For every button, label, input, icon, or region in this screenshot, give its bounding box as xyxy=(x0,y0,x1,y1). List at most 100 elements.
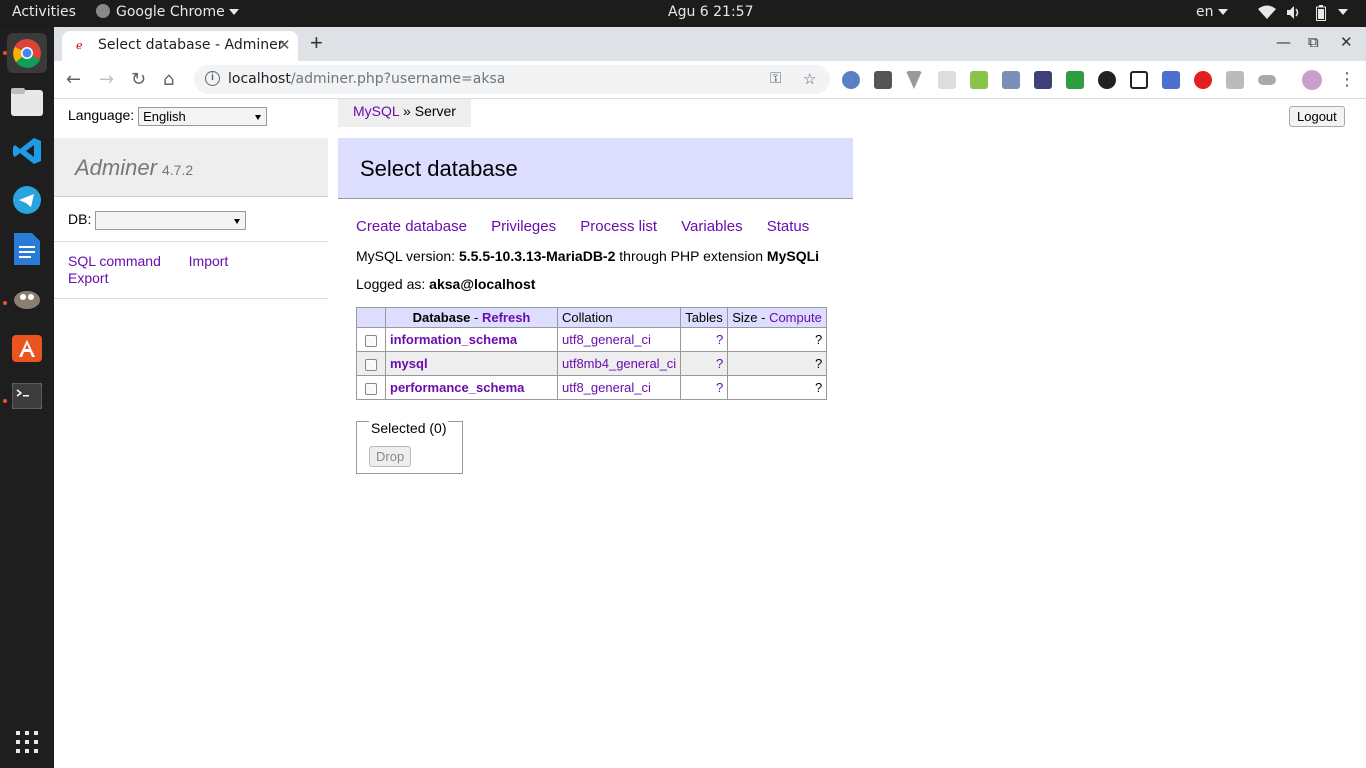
tables-count-link[interactable]: ? xyxy=(716,380,723,395)
key-icon[interactable]: ⚿ xyxy=(770,70,781,87)
wifi-icon[interactable] xyxy=(1258,5,1276,24)
adminer-title[interactable]: Adminer xyxy=(75,155,157,181)
drop-button[interactable]: Drop xyxy=(369,446,412,467)
activities-button[interactable]: Activities xyxy=(12,4,76,20)
privileges-link[interactable]: Privileges xyxy=(491,218,556,235)
tab-title: Select database - Adminer xyxy=(98,37,284,53)
clock[interactable]: Agu 6 21:57 xyxy=(668,4,754,20)
header-separator: - xyxy=(470,310,482,325)
database-column-header: Database - Refresh xyxy=(385,307,558,328)
window-close-icon[interactable]: ✕ xyxy=(1340,33,1353,51)
compute-link[interactable]: Compute xyxy=(769,310,822,325)
tables-count-cell: ? xyxy=(680,375,729,400)
extension-icon-6[interactable] xyxy=(1002,71,1020,89)
bookmark-star-icon[interactable]: ☆ xyxy=(803,70,816,88)
database-link[interactable]: performance_schema xyxy=(390,380,524,395)
back-icon[interactable]: ← xyxy=(66,69,81,90)
row-checkbox[interactable] xyxy=(365,334,377,347)
app-menu[interactable]: Google Chrome xyxy=(96,4,239,20)
server-links: Create database Privileges Process list … xyxy=(356,218,829,235)
extension-icon-11[interactable] xyxy=(1162,71,1180,89)
dock xyxy=(0,27,54,768)
restore-icon[interactable]: ⧉ xyxy=(1308,33,1319,51)
variables-link[interactable]: Variables xyxy=(681,218,742,235)
tables-count-link[interactable]: ? xyxy=(716,356,723,371)
extension-icon-1[interactable] xyxy=(842,71,860,89)
refresh-link[interactable]: Refresh xyxy=(482,310,530,325)
db-row: DB: xyxy=(68,211,247,230)
collation-link[interactable]: utf8mb4_general_ci xyxy=(562,356,676,371)
extension-icon-5[interactable] xyxy=(970,71,988,89)
input-language[interactable]: en xyxy=(1196,4,1228,20)
breadcrumb-mysql-link[interactable]: MySQL xyxy=(353,103,399,119)
forward-icon[interactable]: → xyxy=(99,69,114,90)
page-heading-box: Select database xyxy=(338,138,853,199)
logout-button[interactable]: Logout xyxy=(1289,106,1345,127)
address-bar[interactable]: i localhost/adminer.php?username=aksa ⚿ … xyxy=(194,65,830,94)
import-link[interactable]: Import xyxy=(189,253,229,269)
selected-legend: Selected (0) xyxy=(369,420,449,436)
extension-icon-12[interactable] xyxy=(1194,71,1212,89)
profile-avatar[interactable] xyxy=(1302,70,1322,90)
reload-icon[interactable]: ↻ xyxy=(131,69,146,90)
database-link[interactable]: information_schema xyxy=(390,332,517,347)
dock-software[interactable] xyxy=(7,327,47,367)
dock-telegram[interactable] xyxy=(7,180,47,220)
dock-vscode[interactable] xyxy=(7,131,47,171)
close-icon[interactable]: ✕ xyxy=(278,36,291,54)
create-database-link[interactable]: Create database xyxy=(356,218,467,235)
running-indicator xyxy=(3,399,7,403)
extension-icon-10[interactable] xyxy=(1130,71,1148,89)
new-tab-button[interactable]: + xyxy=(310,30,323,56)
extension-icon-14[interactable] xyxy=(1258,75,1276,85)
extension-icon-4[interactable] xyxy=(938,71,956,89)
extension-icon-9[interactable] xyxy=(1098,71,1116,89)
database-link[interactable]: mysql xyxy=(390,356,428,371)
home-icon[interactable]: ⌂ xyxy=(163,69,174,90)
dock-files[interactable] xyxy=(7,82,47,122)
dock-gimp[interactable] xyxy=(7,278,47,318)
sql-command-link[interactable]: SQL command xyxy=(68,253,161,269)
app-grid-icon xyxy=(16,731,38,753)
input-language-label: en xyxy=(1196,4,1214,20)
dock-terminal[interactable] xyxy=(7,376,47,416)
language-select-value: English xyxy=(143,109,186,124)
extension-icon-7[interactable] xyxy=(1034,71,1052,89)
language-select[interactable]: English xyxy=(138,107,268,126)
minimize-icon[interactable]: — xyxy=(1276,33,1291,51)
volume-icon[interactable] xyxy=(1286,5,1302,24)
show-applications-button[interactable] xyxy=(7,722,47,762)
more-menu-icon[interactable]: ⋮ xyxy=(1338,69,1356,90)
extension-icon-3[interactable] xyxy=(906,71,922,89)
chevron-down-icon xyxy=(1338,9,1348,15)
row-checkbox-cell xyxy=(356,375,386,400)
row-checkbox[interactable] xyxy=(365,382,377,395)
adminer-version[interactable]: 4.7.2 xyxy=(162,162,193,178)
logged-line: Logged as: aksa@localhost xyxy=(356,276,535,292)
size-cell: ? xyxy=(727,327,828,352)
battery-icon[interactable] xyxy=(1316,5,1326,25)
site-info-icon[interactable]: i xyxy=(205,71,220,86)
export-link[interactable]: Export xyxy=(68,270,108,286)
status-link[interactable]: Status xyxy=(767,218,810,235)
tables-count-link[interactable]: ? xyxy=(716,332,723,347)
collation-link[interactable]: utf8_general_ci xyxy=(562,332,651,347)
extension-icon-2[interactable] xyxy=(874,71,892,89)
system-menu[interactable] xyxy=(1334,4,1348,20)
collation-link[interactable]: utf8_general_ci xyxy=(562,380,651,395)
folder-icon xyxy=(11,88,43,116)
extension-icon-8[interactable] xyxy=(1066,71,1084,89)
process-list-link[interactable]: Process list xyxy=(580,218,657,235)
dock-writer[interactable] xyxy=(7,229,47,269)
collation-cell: utf8_general_ci xyxy=(556,375,682,400)
dock-chrome[interactable] xyxy=(7,33,47,73)
tab-strip: ℯ Select database - Adminer ✕ + — ⧉ ✕ xyxy=(54,27,1366,61)
browser-toolbar: ← → ↻ ⌂ i localhost/adminer.php?username… xyxy=(54,61,1366,99)
tab-adminer[interactable]: ℯ Select database - Adminer ✕ xyxy=(62,31,298,61)
db-select[interactable] xyxy=(95,211,247,230)
extension-icon-13[interactable] xyxy=(1226,71,1244,89)
running-indicator xyxy=(3,51,7,55)
databases-table: Database - Refresh Collation Tables Size… xyxy=(356,307,828,400)
chevron-down-icon xyxy=(255,115,262,120)
row-checkbox[interactable] xyxy=(365,358,377,371)
